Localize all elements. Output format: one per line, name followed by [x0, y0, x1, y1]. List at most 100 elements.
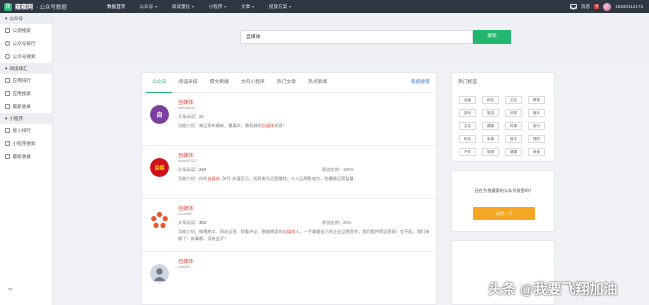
tag[interactable]: 母婴: [482, 148, 499, 156]
sidebar-item-recent-2[interactable]: 最新收录: [0, 150, 52, 163]
grid-icon: [5, 91, 10, 96]
brand[interactable]: 窥 窥窥网 · 公众号数据: [4, 0, 67, 13]
account-name[interactable]: 自媒体: [178, 152, 194, 159]
tab-writing[interactable]: 撰文刷播: [204, 73, 235, 93]
tag[interactable]: 健康: [505, 148, 522, 156]
tag[interactable]: 旅行: [528, 122, 545, 130]
logo-icon: 窥: [4, 2, 12, 11]
nav-item-home[interactable]: 数据首页: [100, 0, 132, 13]
chevron-down-icon: ▼: [191, 5, 195, 9]
top-bar: 窥 窥窥网 · 公众号数据 数据首页 公众号▼ 阅读量化▼ 小程序▼ 文章▼ 投…: [0, 0, 649, 13]
sidebar-group-miniprogram[interactable]: ▾ 小程序: [0, 113, 52, 124]
messages-link[interactable]: 消息: [581, 4, 590, 10]
nav-item-articles[interactable]: 文章▼: [234, 0, 262, 13]
list-item[interactable]: 自媒体 cn-zmt8 头条阅读：302 原创比例：23% 功能介绍：微博热点、…: [142, 199, 436, 252]
tag[interactable]: 军事: [482, 135, 499, 143]
tab-hot-news[interactable]: 热点新闻: [302, 73, 333, 93]
sidebar-group-accounts[interactable]: ▾ 公众号: [0, 13, 52, 24]
nav-item-accounts[interactable]: 公众号▼: [132, 0, 164, 13]
user-icon: [5, 41, 10, 46]
list-icon: [5, 78, 10, 83]
account-avatar[interactable]: [150, 211, 169, 230]
search-icon: [5, 28, 10, 33]
collapse-sidebar-icon[interactable]: ⇐: [8, 286, 13, 293]
user-area: 消息 8 15830112173: [569, 0, 643, 13]
original-rate: 原创比例：100%: [322, 167, 354, 172]
original-rate: 原创比例：23%: [322, 220, 352, 225]
tab-reading[interactable]: 阅读采排: [172, 73, 203, 93]
avatar[interactable]: [603, 2, 612, 11]
tab-hot-articles[interactable]: 热门文章: [271, 73, 302, 93]
account-id: cn-zmt8: [178, 212, 192, 216]
read-count: 头条阅读：22: [178, 114, 204, 119]
nav-item-reading[interactable]: 阅读量化▼: [165, 0, 202, 13]
tag[interactable]: 游戏: [459, 109, 476, 117]
user-phone[interactable]: 15830112173: [615, 4, 643, 9]
tag[interactable]: 文化: [459, 122, 476, 130]
tab-miniprogram[interactable]: 文内小程序: [235, 73, 271, 93]
search-button[interactable]: 搜索: [473, 30, 511, 44]
tag[interactable]: 教育: [528, 96, 545, 104]
tag[interactable]: 运营: [459, 96, 476, 104]
promo-text: 还在为找搜索的公众号发愁吗？: [474, 188, 534, 193]
promo-panel: 还在为找搜索的公众号发愁吗？ 去招一下: [451, 170, 555, 232]
account-avatar[interactable]: 自媒: [150, 158, 169, 177]
account-name[interactable]: 自媒体: [178, 205, 194, 212]
tag[interactable]: 时事: [505, 122, 522, 130]
account-name[interactable]: 自媒体: [178, 258, 194, 265]
read-count: 头条阅读：240: [178, 167, 206, 172]
chevron-down-icon: ▼: [288, 5, 292, 9]
tab-accounts[interactable]: 公众号: [146, 73, 173, 93]
sidebar-item-access-ranking[interactable]: 接入排行: [0, 124, 52, 137]
sidebar-item-public-search[interactable]: 公测搜索: [0, 24, 52, 37]
tag[interactable]: 文化: [505, 96, 522, 104]
sidebar-item-account-search[interactable]: 公众号搜索: [0, 50, 52, 63]
chevron-down-icon: ▼: [154, 5, 158, 9]
sidebar-item-recent-1[interactable]: 最新收录: [0, 100, 52, 113]
tag[interactable]: 汽车: [459, 148, 476, 156]
triangle-down-icon: ▾: [5, 15, 8, 21]
search-input[interactable]: 自媒体: [240, 30, 473, 44]
list-item[interactable]: 自 自媒体 dmtdamei 头条阅读：22 功能介绍：每日发布最新、最真实，最…: [142, 93, 436, 146]
sidebar-item-miniprogram-search[interactable]: 小程序搜索: [0, 137, 52, 150]
tag[interactable]: 网友: [482, 96, 499, 104]
tag[interactable]: 娱乐: [528, 109, 545, 117]
promo-button[interactable]: 去招一下: [473, 207, 535, 220]
tag[interactable]: 美食: [528, 148, 545, 156]
account-intro: 功能介绍：微博热点、网站运营、财看评论、数据哪家的自媒体人，一手掌握自己的企业品…: [178, 229, 430, 241]
nav-item-placement[interactable]: 投放方案▼: [262, 0, 299, 13]
user-icon: [5, 54, 10, 59]
nav-item-miniprogram[interactable]: 小程序▼: [202, 0, 234, 13]
chart-icon: [5, 128, 10, 133]
tag[interactable]: 理财: [528, 135, 545, 143]
brand-subtitle: · 公众号数据: [36, 4, 67, 11]
tag[interactable]: 体育: [505, 109, 522, 117]
advanced-search-link[interactable]: 高级搜索: [411, 73, 430, 93]
account-avatar[interactable]: [150, 264, 169, 283]
sidebar-group-reading[interactable]: ▾ 阅读排汇: [0, 63, 52, 74]
mail-icon[interactable]: [569, 4, 577, 9]
panel-title: 热门标签: [458, 80, 478, 85]
sidebar-item-app-search[interactable]: 应用搜索: [0, 87, 52, 100]
brand-name: 窥窥网: [15, 5, 34, 11]
tag[interactable]: 音乐: [505, 135, 522, 143]
watermark: 头条 @我要飞翔加油: [488, 281, 618, 297]
account-id: dmtdamei: [178, 106, 195, 110]
tag-grid: 运营 网友 文化 教育 游戏 旅游 体育 娱乐 文化 健康 时事 旅行 科技 军…: [459, 96, 545, 156]
chevron-down-icon: ▼: [223, 5, 228, 9]
result-tabs: 公众号 阅读采排 撰文刷播 文内小程序 热门文章 热点新闻 高级搜索: [142, 73, 436, 93]
sidebar-item-app-ranking[interactable]: 应用排行: [0, 74, 52, 87]
chevron-down-icon: ▼: [251, 5, 255, 9]
tag[interactable]: 旅游: [482, 109, 499, 117]
list-item[interactable]: 自媒体 zmt360: [142, 252, 436, 304]
tag[interactable]: 科技: [459, 135, 476, 143]
document-icon: [5, 104, 10, 109]
sidebar-item-account-ranking[interactable]: 公众号排行: [0, 37, 52, 50]
results-panel: 公众号 阅读采排 撰文刷播 文内小程序 热门文章 热点新闻 高级搜索 自 自媒体…: [141, 72, 437, 305]
list-item[interactable]: 自媒 自媒体 dmeet0327 头条阅读：240 原创比例：100% 功能介绍…: [142, 146, 436, 199]
account-avatar[interactable]: 自: [150, 105, 169, 124]
svg-text:自: 自: [156, 111, 162, 119]
tag[interactable]: 健康: [482, 122, 499, 130]
account-name[interactable]: 自媒体: [178, 99, 194, 106]
main-nav: 数据首页 公众号▼ 阅读量化▼ 小程序▼ 文章▼ 投放方案▼: [100, 0, 299, 13]
